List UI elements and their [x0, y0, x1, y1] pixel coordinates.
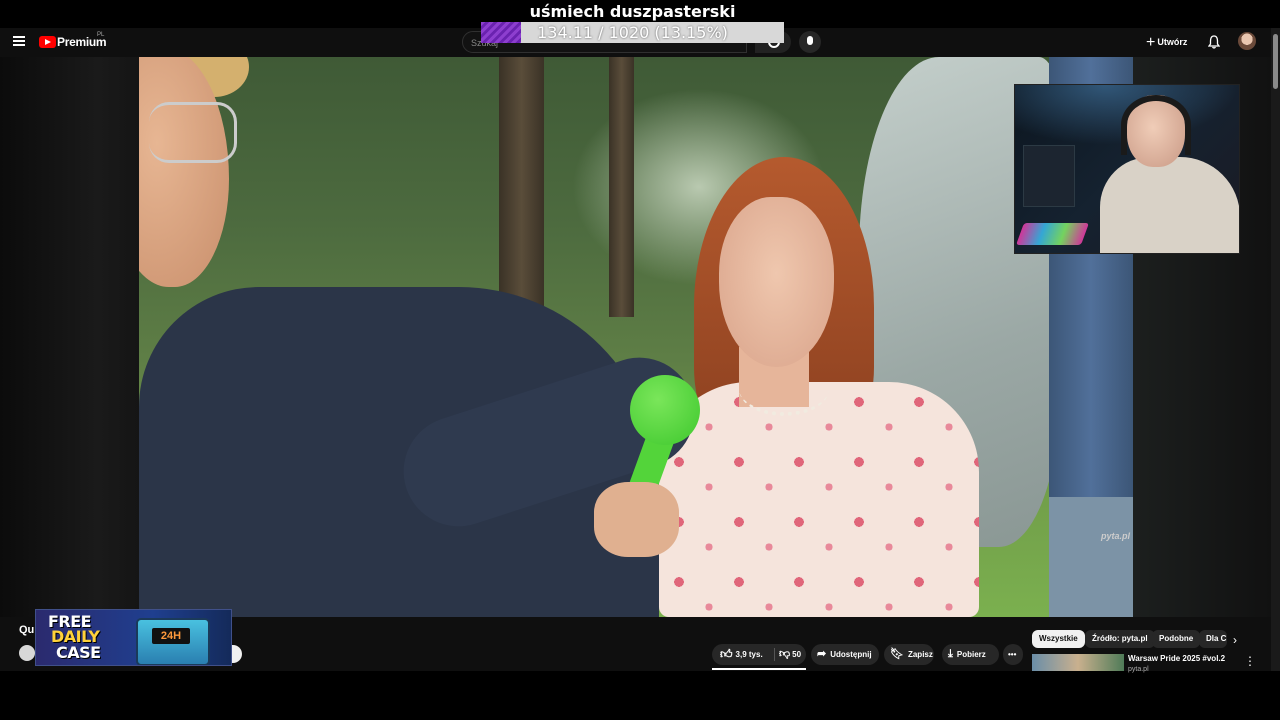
- stream-overlay-title: uśmiech duszpasterski: [529, 2, 736, 21]
- streamer-webcam: [1014, 84, 1240, 254]
- thumbs-down-icon: 👎︎: [779, 648, 791, 661]
- like-underline: [712, 668, 806, 670]
- dislike-button[interactable]: 👎︎ 50: [774, 644, 806, 665]
- streamer-body: [1100, 157, 1239, 253]
- microphone-head: [630, 375, 700, 445]
- pearl-necklace: [739, 362, 829, 416]
- video-player[interactable]: [139, 57, 1133, 617]
- share-icon: ➦: [817, 648, 827, 661]
- plus-icon: +: [1146, 33, 1156, 51]
- interviewee-face: [719, 197, 834, 367]
- chevron-right-icon[interactable]: ›: [1233, 633, 1237, 647]
- video-title: Qu: [19, 624, 35, 636]
- jeans-cuff: [1049, 497, 1133, 617]
- headphones-icon: [1121, 95, 1191, 155]
- thumbs-up-icon: 👍︎: [720, 647, 733, 662]
- chip-for-you[interactable]: Dla Ciebie: [1199, 630, 1227, 648]
- chip-similar[interactable]: Podobne: [1152, 630, 1201, 648]
- bell-icon[interactable]: [1208, 35, 1220, 49]
- page-scrollbar[interactable]: [1271, 28, 1280, 671]
- scrollbar-thumb[interactable]: [1273, 34, 1278, 89]
- recommendation-channel[interactable]: pyta.pl: [1128, 666, 1149, 673]
- goal-progress-text: 134.11 / 1020 (13.15%): [537, 23, 728, 42]
- chip-source[interactable]: Źródło: pyta.pl: [1085, 630, 1155, 648]
- download-button[interactable]: ⤓ Pobierz: [942, 644, 999, 665]
- like-count: 3,9 tys.: [735, 650, 763, 659]
- more-actions-button[interactable]: •••: [1003, 644, 1023, 665]
- save-label: Zapisz: [907, 650, 933, 659]
- microphone-icon: [807, 36, 813, 45]
- dislike-count: 50: [792, 650, 802, 659]
- webcam-monitor: [1023, 145, 1075, 207]
- country-code: PL: [97, 32, 105, 38]
- interviewer-glasses: [149, 102, 237, 163]
- more-vertical-icon[interactable]: ⋮: [1244, 654, 1256, 668]
- rgb-keyboard: [1015, 223, 1090, 245]
- download-label: Pobierz: [956, 650, 986, 659]
- chip-all[interactable]: Wszystkie: [1032, 630, 1085, 648]
- bookmark-icon: 🔖︎: [890, 648, 904, 661]
- download-icon: ⤓: [948, 648, 953, 661]
- case-chest-icon: 24H: [136, 618, 210, 665]
- free-daily-case-ad: FREE DAILY CASE 24H: [35, 609, 232, 666]
- user-avatar[interactable]: [1238, 32, 1256, 50]
- ad-line-case: CASE: [56, 643, 101, 662]
- recommendation-title[interactable]: Warsaw Pride 2025 #vol.2: [1128, 654, 1225, 663]
- share-button[interactable]: ➦ Udostępnij: [811, 644, 879, 665]
- channel-watermark: pyta.pl: [1101, 531, 1131, 541]
- interviewee-dress: [659, 382, 979, 617]
- voice-search-button[interactable]: [799, 31, 821, 53]
- more-horizontal-icon: •••: [1008, 650, 1017, 659]
- create-button[interactable]: + Utwórz: [1146, 31, 1196, 53]
- goal-progress-bar: 134.11 / 1020 (13.15%): [481, 22, 784, 43]
- like-dislike-group: 👍︎ 3,9 tys. 👎︎ 50: [712, 644, 806, 665]
- recommendation-thumbnail[interactable]: [1032, 654, 1124, 671]
- video-ambient-left: [0, 57, 139, 617]
- like-button[interactable]: 👍︎ 3,9 tys.: [712, 644, 774, 665]
- tree-trunk: [609, 57, 634, 317]
- youtube-logo-icon[interactable]: [39, 36, 56, 48]
- create-label: Utwórz: [1157, 37, 1188, 47]
- save-button[interactable]: 🔖︎ Zapisz: [884, 644, 934, 665]
- channel-avatar[interactable]: [19, 645, 35, 661]
- share-label: Udostępnij: [830, 650, 872, 659]
- menu-icon[interactable]: [13, 36, 25, 46]
- ad-24h-badge: 24H: [152, 628, 190, 644]
- interviewer-hand: [594, 482, 679, 557]
